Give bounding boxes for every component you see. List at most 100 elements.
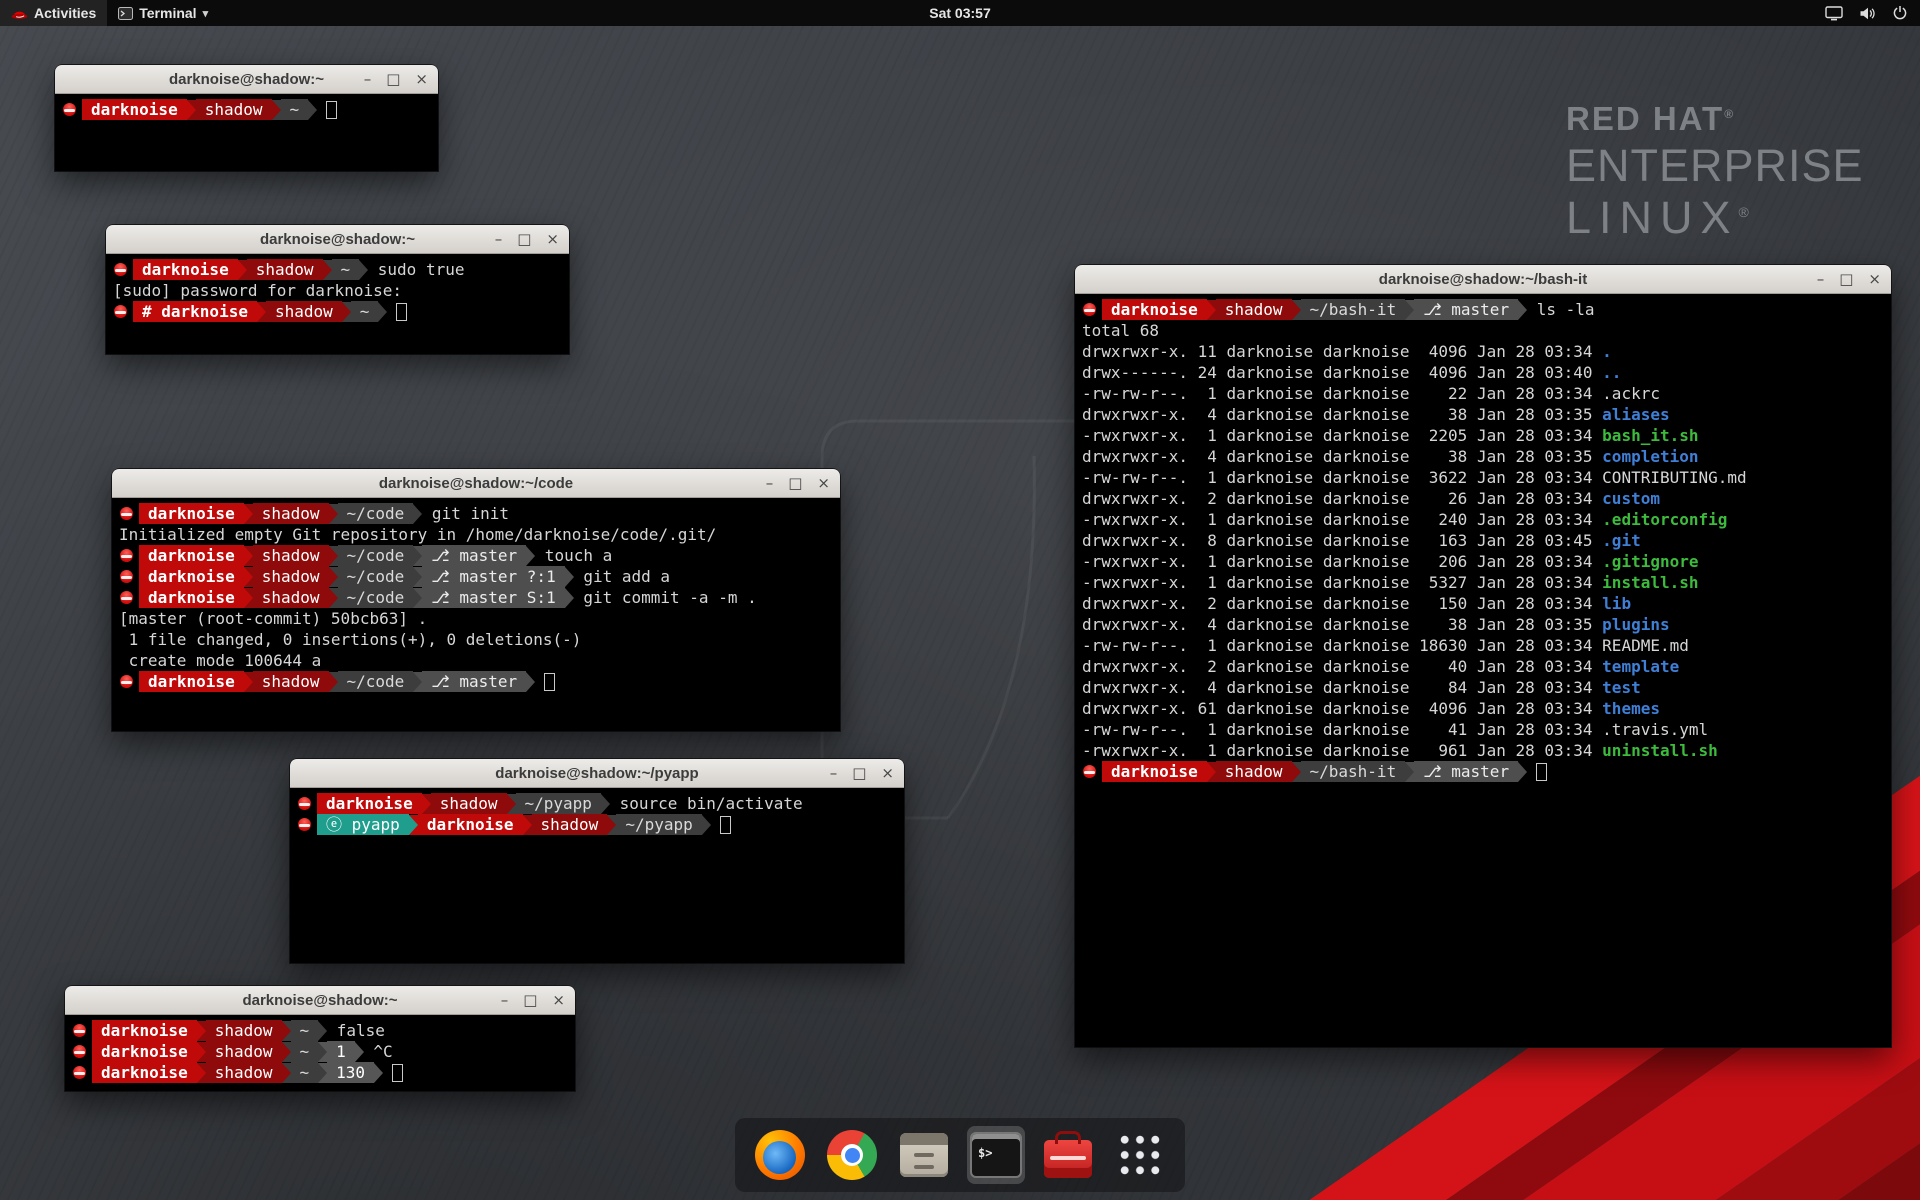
minimize-button[interactable]: –	[1817, 272, 1825, 287]
terminal-text: drwxrwxr-x. 4 darknoise darknoise 38 Jan…	[1082, 446, 1602, 467]
terminal-content[interactable]: darknoiseshadow~ falsedarknoiseshadow~1 …	[65, 1015, 575, 1088]
window-titlebar[interactable]: darknoise@shadow:~/code – □ ×	[112, 469, 840, 498]
powerline-arrow-icon	[702, 815, 711, 835]
close-button[interactable]: ×	[1868, 272, 1881, 287]
terminal-line: drwxrwxr-x. 4 darknoise darknoise 38 Jan…	[1082, 614, 1884, 635]
maximize-button[interactable]: □	[852, 766, 866, 781]
terminal-line: darknoiseshadow~ sudo true	[113, 259, 562, 280]
close-button[interactable]: ×	[546, 232, 559, 247]
window-titlebar[interactable]: darknoise@shadow:~ – □ ×	[65, 986, 575, 1015]
close-button[interactable]: ×	[552, 993, 565, 1008]
terminal-line: ⓔ pyappdarknoiseshadow~/pyapp	[297, 814, 897, 835]
close-button[interactable]: ×	[415, 72, 428, 87]
terminal-content[interactable]: darknoiseshadow~/pyapp source bin/activa…	[290, 788, 904, 840]
minimize-button[interactable]: –	[766, 476, 774, 491]
terminal-line: drwxrwxr-x. 11 darknoise darknoise 4096 …	[1082, 341, 1884, 362]
prompt-segment-path: ~/pyapp	[616, 814, 701, 835]
terminal-text: drwxrwxr-x. 2 darknoise darknoise 40 Jan…	[1082, 656, 1602, 677]
prompt-segment-host: shadow	[253, 545, 329, 566]
maximize-button[interactable]: □	[523, 993, 537, 1008]
terminal-text: test	[1602, 677, 1641, 698]
terminal-line: -rwxrwxr-x. 1 darknoise darknoise 2205 J…	[1082, 425, 1884, 446]
prompt-segment-user: darknoise	[139, 671, 244, 692]
prompt-segment-host: shadow	[253, 671, 329, 692]
terminal-line: -rw-rw-r--. 1 darknoise darknoise 41 Jan…	[1082, 719, 1884, 740]
redhat-prompt-icon	[120, 570, 133, 583]
terminal-text: install.sh	[1602, 572, 1698, 593]
maximize-button[interactable]: □	[788, 476, 802, 491]
prompt-segment-host: shadow	[532, 814, 608, 835]
power-icon[interactable]	[1892, 5, 1908, 21]
terminal-text: -rw-rw-r--. 1 darknoise darknoise 18630 …	[1082, 635, 1689, 656]
powerline-arrow-icon	[244, 672, 253, 692]
terminal-text: -rw-rw-r--. 1 darknoise darknoise 41 Jan…	[1082, 719, 1708, 740]
activities-button[interactable]: Activities	[0, 0, 107, 26]
terminal-line: darknoiseshadow~/code git init	[119, 503, 833, 524]
dock-software[interactable]	[1039, 1126, 1097, 1184]
terminal-content[interactable]: darknoiseshadow~ sudo true[sudo] passwor…	[106, 254, 569, 327]
redhat-prompt-icon	[114, 263, 127, 276]
prompt-segment-path: ~/code	[338, 545, 414, 566]
minimize-button[interactable]: –	[364, 72, 372, 87]
powerline-arrow-icon	[257, 302, 266, 322]
window-titlebar[interactable]: darknoise@shadow:~ – □ ×	[106, 225, 569, 254]
minimize-button[interactable]: –	[830, 766, 838, 781]
powerline-arrow-icon	[526, 546, 535, 566]
clock[interactable]: Sat 03:57	[929, 5, 990, 21]
powerline-arrow-icon	[244, 567, 253, 587]
close-button[interactable]: ×	[817, 476, 830, 491]
powerline-arrow-icon	[526, 672, 535, 692]
terminal-line: darknoiseshadow~/code⎇ master touch a	[119, 545, 833, 566]
terminal-text: 1 file changed, 0 insertions(+), 0 delet…	[119, 629, 581, 650]
dock-chrome[interactable]	[823, 1126, 881, 1184]
powerline-arrow-icon	[359, 260, 368, 280]
window-titlebar[interactable]: darknoise@shadow:~/pyapp – □ ×	[290, 759, 904, 788]
prompt-segment-user: # darknoise	[133, 301, 257, 322]
terminal-text: .editorconfig	[1602, 509, 1727, 530]
dock-terminal[interactable]	[967, 1126, 1025, 1184]
dock	[735, 1118, 1185, 1192]
brand-line-redhat: RED HAT®	[1566, 100, 1864, 138]
powerline-arrow-icon	[565, 588, 574, 608]
terminal-line: total 68	[1082, 320, 1884, 341]
window-titlebar[interactable]: darknoise@shadow:~/bash-it – □ ×	[1075, 265, 1891, 294]
prompt-segment-host: shadow	[1216, 761, 1292, 782]
terminal-content[interactable]: darknoiseshadow~	[55, 94, 438, 125]
screen-icon[interactable]	[1825, 6, 1843, 21]
terminal-window-sudo: darknoise@shadow:~ – □ × darknoiseshadow…	[106, 225, 569, 354]
minimize-button[interactable]: –	[501, 993, 509, 1008]
terminal-text: -rwxrwxr-x. 1 darknoise darknoise 5327 J…	[1082, 572, 1602, 593]
prompt-segment-git: ⎇ master	[1414, 761, 1518, 782]
powerline-arrow-icon	[1207, 300, 1216, 320]
terminal-text: themes	[1602, 698, 1660, 719]
terminal-window-home-2: darknoise@shadow:~ – □ × darknoiseshadow…	[65, 986, 575, 1091]
terminal-text: template	[1602, 656, 1679, 677]
app-menu-terminal[interactable]: Terminal ▾	[107, 0, 219, 26]
terminal-content[interactable]: darknoiseshadow~/bash-it⎇ master ls -lat…	[1075, 294, 1891, 787]
volume-icon[interactable]	[1859, 6, 1876, 21]
window-titlebar[interactable]: darknoise@shadow:~ – □ ×	[55, 65, 438, 94]
minimize-button[interactable]: –	[495, 232, 503, 247]
dock-files[interactable]	[895, 1126, 953, 1184]
prompt-segment-exit: 1	[327, 1041, 355, 1062]
powerline-arrow-icon	[565, 567, 574, 587]
prompt-segment-path: ~	[351, 301, 379, 322]
maximize-button[interactable]: □	[386, 72, 400, 87]
prompt-segment-path: ~/code	[338, 566, 414, 587]
terminal-text: ls -la	[1527, 299, 1594, 320]
prompt-segment-git: ⎇ master	[422, 671, 526, 692]
powerline-arrow-icon	[342, 302, 351, 322]
dock-firefox[interactable]	[751, 1126, 809, 1184]
terminal-app-icon	[118, 7, 133, 20]
prompt-segment-user: darknoise	[139, 566, 244, 587]
prompt-segment-path: ~	[332, 259, 360, 280]
dock-app-grid[interactable]	[1111, 1126, 1169, 1184]
prompt-segment-path: ~/pyapp	[516, 793, 601, 814]
prompt-segment-user: darknoise	[317, 793, 422, 814]
maximize-button[interactable]: □	[1839, 272, 1853, 287]
close-button[interactable]: ×	[881, 766, 894, 781]
terminal-content[interactable]: darknoiseshadow~/code git initInitialize…	[112, 498, 840, 697]
maximize-button[interactable]: □	[517, 232, 531, 247]
terminal-text: bash_it.sh	[1602, 425, 1698, 446]
redhat-prompt-icon	[120, 591, 133, 604]
